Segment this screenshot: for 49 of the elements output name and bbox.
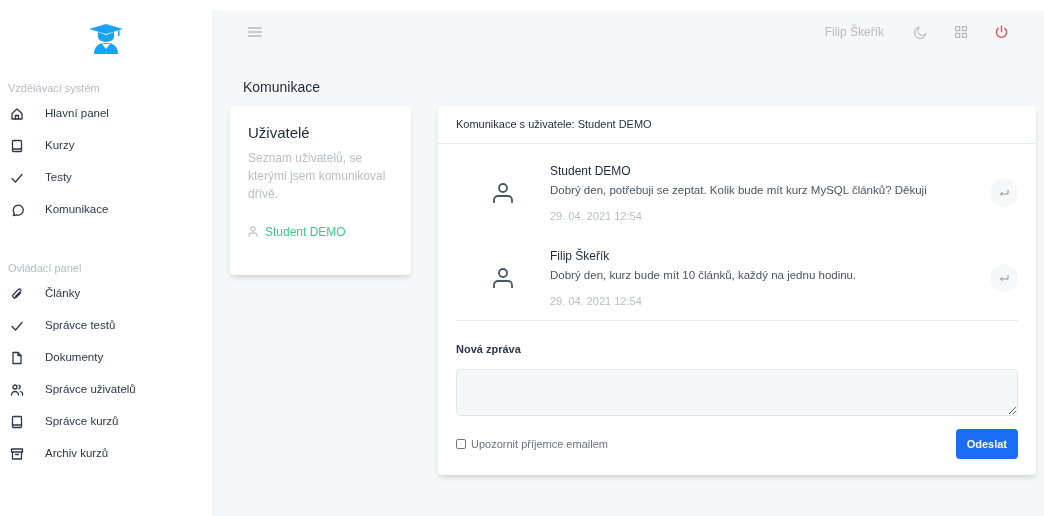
sidebar-item[interactable]: Správce uživatelů: [0, 374, 212, 406]
sidebar-item[interactable]: Komunikace: [0, 194, 212, 226]
home-icon: [10, 107, 24, 121]
user-icon: [248, 226, 258, 237]
users-icon: [10, 383, 24, 397]
card-description: Seznam uživatelů, se kterými jsem komunikoval dřívě.: [248, 149, 387, 203]
return-icon: [999, 273, 1009, 283]
document-icon: [10, 351, 24, 365]
message-time: 29. 04. 2021 12:54: [550, 294, 643, 309]
graduate-logo-icon: [89, 24, 123, 54]
paperclip-icon: [10, 287, 24, 301]
message-time: 29. 04. 2021 12:54: [550, 209, 643, 225]
archive-icon: [10, 447, 24, 461]
message-author: Filip Škeřík: [550, 247, 611, 265]
user-icon: [492, 182, 514, 205]
sidebar-item[interactable]: Správce testů: [0, 310, 212, 342]
sidebar-item[interactable]: Kurzy: [0, 130, 212, 162]
card-title: Uživatelé: [248, 123, 311, 143]
message-input[interactable]: [456, 369, 1018, 416]
field-label: Nová zpráva: [456, 341, 522, 357]
grid-icon[interactable]: [955, 26, 967, 38]
sidebar-item[interactable]: Správce kurzů: [0, 406, 212, 438]
send-button[interactable]: Odeslat: [955, 429, 1018, 459]
sidebar-item[interactable]: Dokumenty: [0, 342, 212, 374]
user-icon: [492, 267, 514, 290]
sidebar-item[interactable]: Archiv kurzů: [0, 438, 212, 470]
page-title: Komunikace: [243, 78, 322, 97]
sidebar-item[interactable]: Hlavní panel: [0, 98, 212, 130]
sidebar-item[interactable]: Testy: [0, 162, 212, 194]
checkbox-label: Upozornit příjemce emailem: [471, 436, 608, 452]
book-icon: [10, 139, 24, 153]
reply-button[interactable]: [990, 179, 1018, 208]
checkbox[interactable]: [456, 439, 466, 449]
moon-icon[interactable]: [914, 25, 927, 39]
message-text: Dobrý den, potřebuji se zeptat. Kolik bude mít kurz MySQL článků? Děkuji: [550, 183, 928, 198]
power-icon[interactable]: [995, 25, 1008, 39]
card-header: Komunikace s uživatele: Student DEMO: [438, 106, 1036, 144]
book-icon: [10, 415, 24, 429]
menu-icon[interactable]: [248, 26, 262, 38]
message-author: Student DEMO: [550, 163, 632, 180]
check-icon: [10, 171, 24, 185]
message-text: Dobrý den, kurz bude mít 10 článků, každý na jednu hodinu.: [550, 267, 858, 283]
section-title: Vzdělávací systém: [7, 81, 101, 96]
section-title: Ovládací panel: [7, 261, 83, 276]
return-icon: [999, 188, 1009, 198]
reply-button[interactable]: [990, 264, 1018, 293]
check-icon: [10, 319, 24, 333]
sidebar-item[interactable]: Články: [0, 278, 212, 310]
chat-icon: [10, 203, 24, 217]
